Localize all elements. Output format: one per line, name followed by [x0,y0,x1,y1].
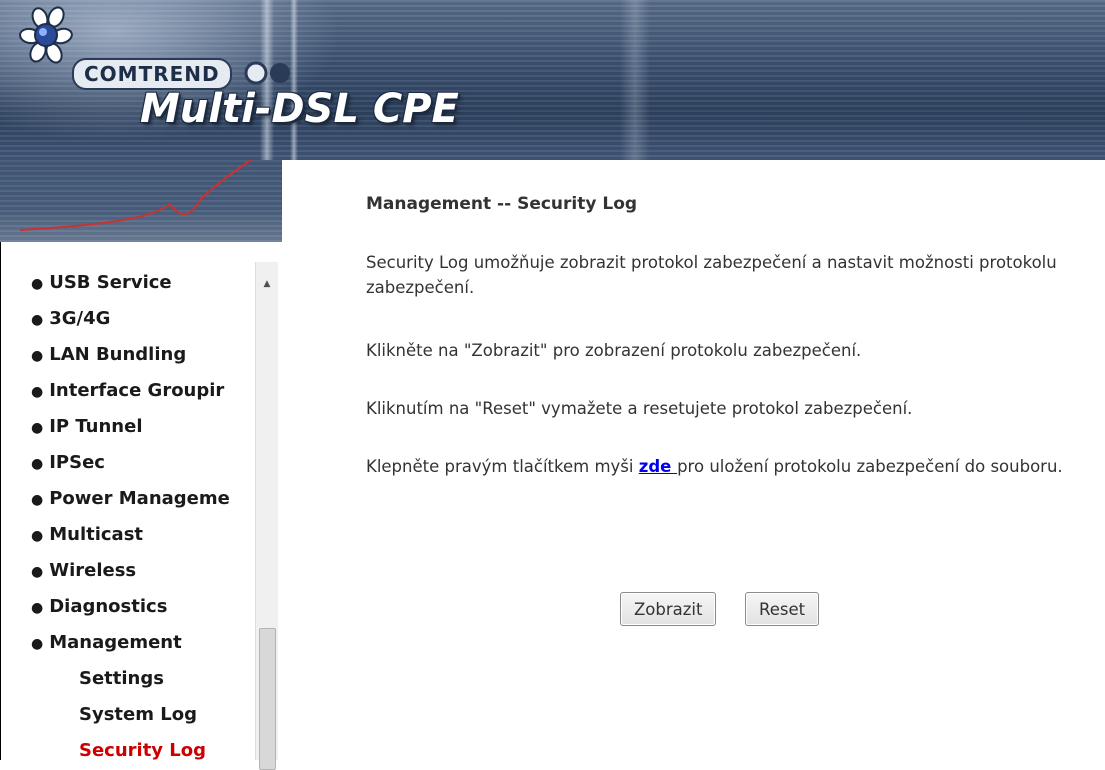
sidebar-item-interface-grouping[interactable]: ● Interface Groupir [31,380,224,401]
sidebar-item-label: IPSec [49,452,105,473]
save-instruction-text: Klepněte pravým tlačítkem myši [366,457,639,476]
sidebar-item-label: Diagnostics [49,596,168,617]
sidebar-subitem-security-log[interactable]: Security Log [79,740,206,760]
sidebar-item-ipsec[interactable]: ● IPSec [31,452,105,473]
red-swoosh-decoration [19,160,253,231]
brand-dots-icon [244,61,290,85]
scroll-up-arrow-icon[interactable]: ▲ [256,276,278,292]
sidebar-subitem-system-log[interactable]: System Log [79,704,197,725]
scrollbar-thumb[interactable] [259,628,276,770]
sidebar-item-power-management[interactable]: ● Power Manageme [31,488,230,509]
sidebar-item-label: USB Service [49,272,172,293]
sidebar-nav: ● USB Service ● 3G/4G ● LAN Bundling ● Inter… [0,242,256,760]
sidebar-item-management[interactable]: ● Management [31,632,182,653]
sidebar-item-ip-tunnel[interactable]: ● IP Tunnel [31,416,143,437]
save-instruction: Klepněte pravým tlačítkem myši zde pro u… [366,454,1086,479]
save-log-link[interactable]: zde [639,457,677,476]
sidebar-item-usb-service[interactable]: ● USB Service [31,272,172,293]
header-banner: COMTREND Multi-DSL CPE [0,0,1105,160]
sidebar-item-diagnostics[interactable]: ● Diagnostics [31,596,167,617]
reset-button[interactable]: Reset [745,592,820,626]
page-title: Management -- Security Log [366,194,638,214]
sidebar-item-label: Multicast [49,524,144,545]
sidebar-item-label: Interface Groupir [49,380,225,401]
sidebar-item-label: Wireless [49,560,137,581]
sidebar-item-multicast[interactable]: ● Multicast [31,524,143,545]
sidebar-item-label: 3G/4G [49,308,111,329]
view-button[interactable]: Zobrazit [620,592,717,626]
sidebar-item-label: Management [49,632,182,653]
description-paragraph: Security Log umožňuje zobrazit protokol … [366,253,1057,297]
sidebar-subitem-settings[interactable]: Settings [79,668,164,689]
sidebar-item-lan-bundling[interactable]: ● LAN Bundling [31,344,186,365]
sidebar-item-label: Power Manageme [49,488,230,509]
sidebar-item-3g-4g[interactable]: ● 3G/4G [31,308,110,329]
view-instruction: Klikněte na "Zobrazit" pro zobrazení pro… [366,341,862,360]
sidebar-item-label: IP Tunnel [49,416,143,437]
header-left-decoration [0,160,282,242]
sidebar-item-label: LAN Bundling [49,344,187,365]
sidebar-scrollbar[interactable]: ▲ [255,262,278,770]
reset-instruction: Kliknutím na "Reset" vymažete a resetuje… [366,399,913,418]
product-name: Multi-DSL CPE [140,86,459,132]
comtrend-flower-icon [19,6,73,64]
save-instruction-text-end: pro uložení protokolu zabezpečení do sou… [677,457,1063,476]
sidebar-item-wireless[interactable]: ● Wireless [31,560,136,581]
